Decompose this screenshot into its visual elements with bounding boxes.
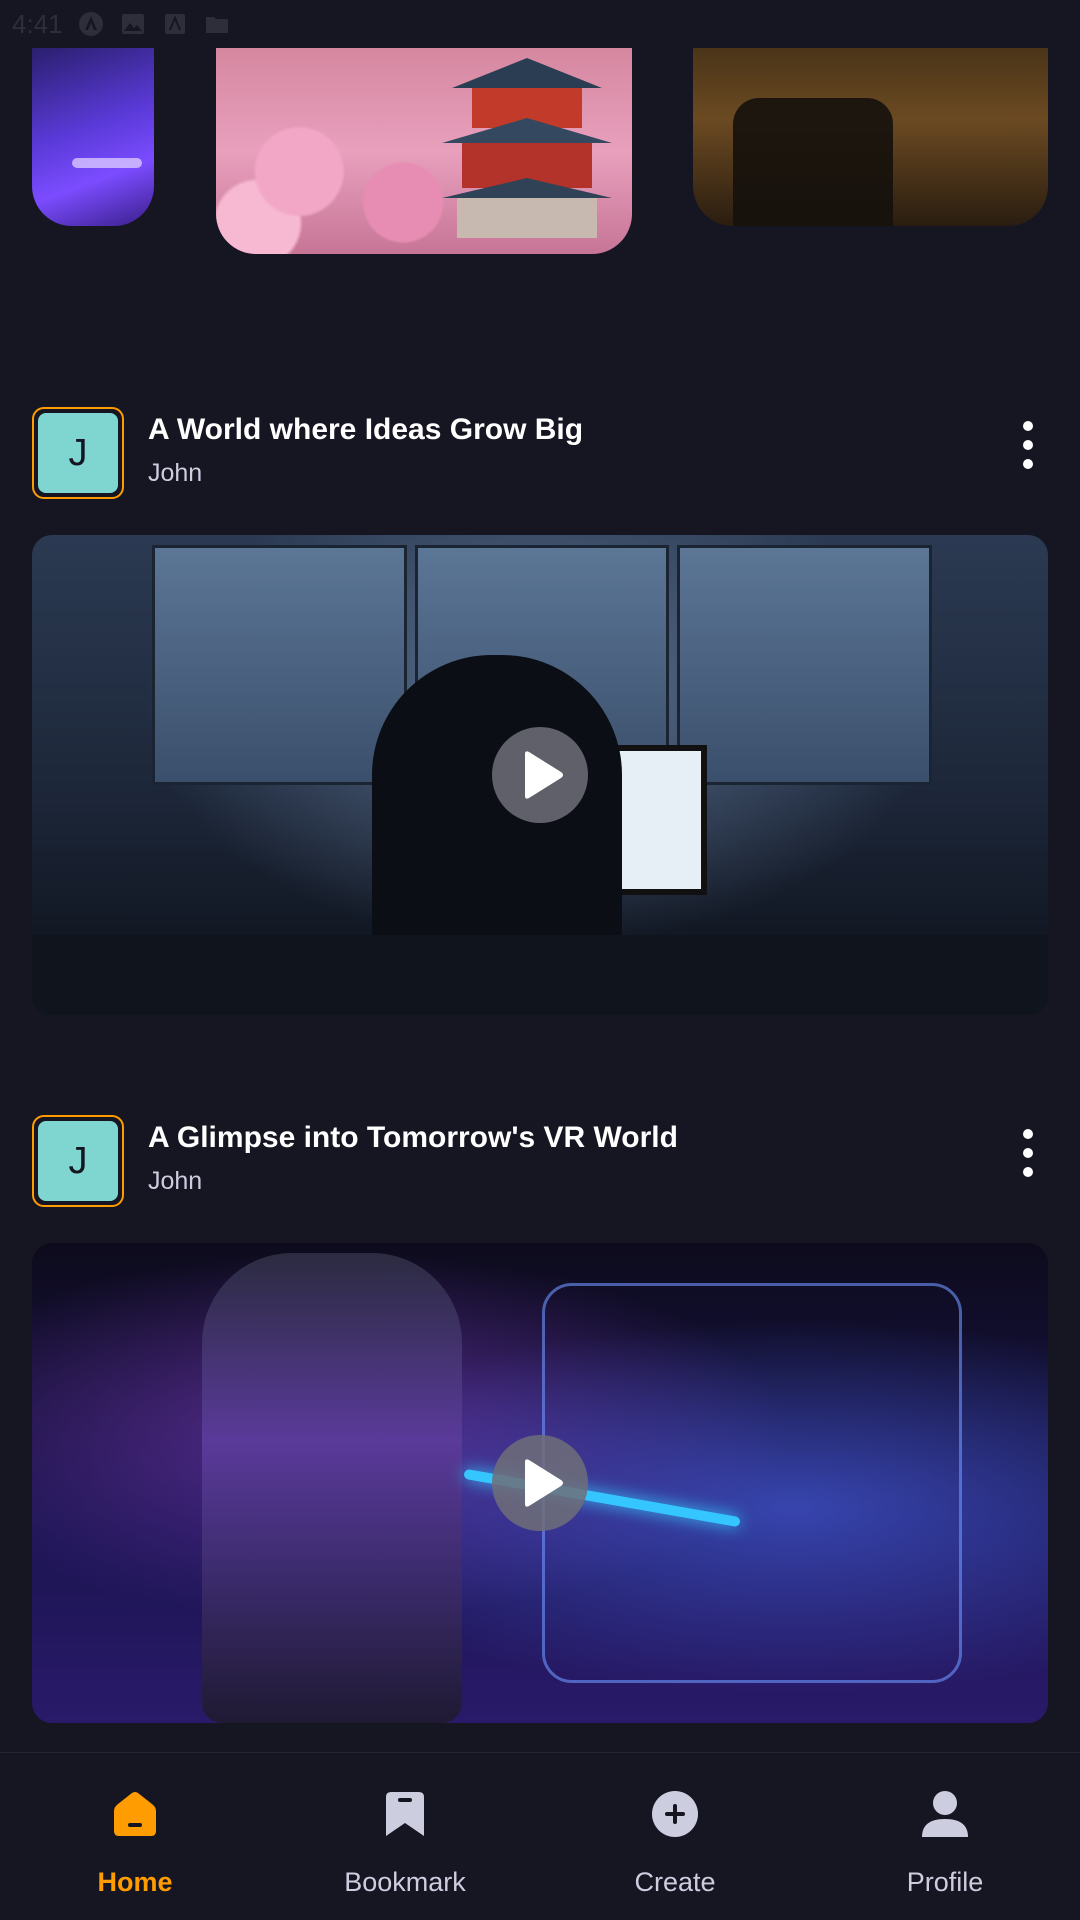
more-options-icon[interactable] (1016, 1129, 1040, 1177)
more-options-icon[interactable] (1016, 421, 1040, 469)
office-chair-image (733, 98, 893, 226)
carousel-item-cherry-blossom[interactable] (216, 48, 632, 254)
app-notification-icon (78, 12, 103, 36)
tab-profile-label: Profile (906, 1867, 984, 1897)
folder-notification-icon (205, 17, 228, 33)
avatar-letter: J (38, 413, 118, 493)
video-thumbnail[interactable] (32, 1243, 1048, 1723)
text-notification-icon (164, 14, 185, 34)
post-author: John (148, 1167, 203, 1195)
tab-bookmark-label: Bookmark (344, 1867, 466, 1897)
home-icon (114, 1792, 156, 1836)
cherry-blossom-pagoda-image (442, 58, 612, 238)
tab-home-label: Home (97, 1867, 173, 1897)
avatar[interactable]: J (32, 1115, 124, 1207)
avatar-letter: J (38, 1121, 118, 1201)
post-header: J A World where Ideas Grow Big John (32, 407, 1048, 499)
tab-home[interactable]: Home (35, 1753, 235, 1920)
video-thumbnail[interactable] (32, 535, 1048, 1015)
tab-create[interactable]: Create (575, 1753, 775, 1920)
status-bar: 4:41 (0, 0, 1080, 48)
carousel-item-office[interactable] (693, 48, 1048, 226)
post-header: J A Glimpse into Tomorrow's VR World Joh… (32, 1115, 1048, 1207)
tab-profile[interactable]: Profile (845, 1753, 1045, 1920)
tab-bookmark[interactable]: Bookmark (305, 1753, 505, 1920)
image-notification-icon (121, 14, 144, 34)
plus-circle-icon (652, 1791, 698, 1837)
post-title: A Glimpse into Tomorrow's VR World (148, 1121, 678, 1154)
bookmark-icon (386, 1792, 424, 1836)
play-icon[interactable] (492, 727, 588, 823)
play-icon[interactable] (492, 1435, 588, 1531)
post-author: John (148, 459, 203, 487)
avatar[interactable]: J (32, 407, 124, 499)
home-screen: 4:41 J A World where Ideas Grow Big John (0, 0, 1080, 1920)
bottom-nav: Home Bookmark Create Profile (0, 1752, 1080, 1920)
status-time: 4:41 (12, 8, 63, 39)
profile-icon (922, 1791, 968, 1837)
tab-create-label: Create (634, 1867, 716, 1897)
post-title: A World where Ideas Grow Big (148, 413, 584, 446)
carousel-item-vr[interactable] (32, 48, 154, 226)
